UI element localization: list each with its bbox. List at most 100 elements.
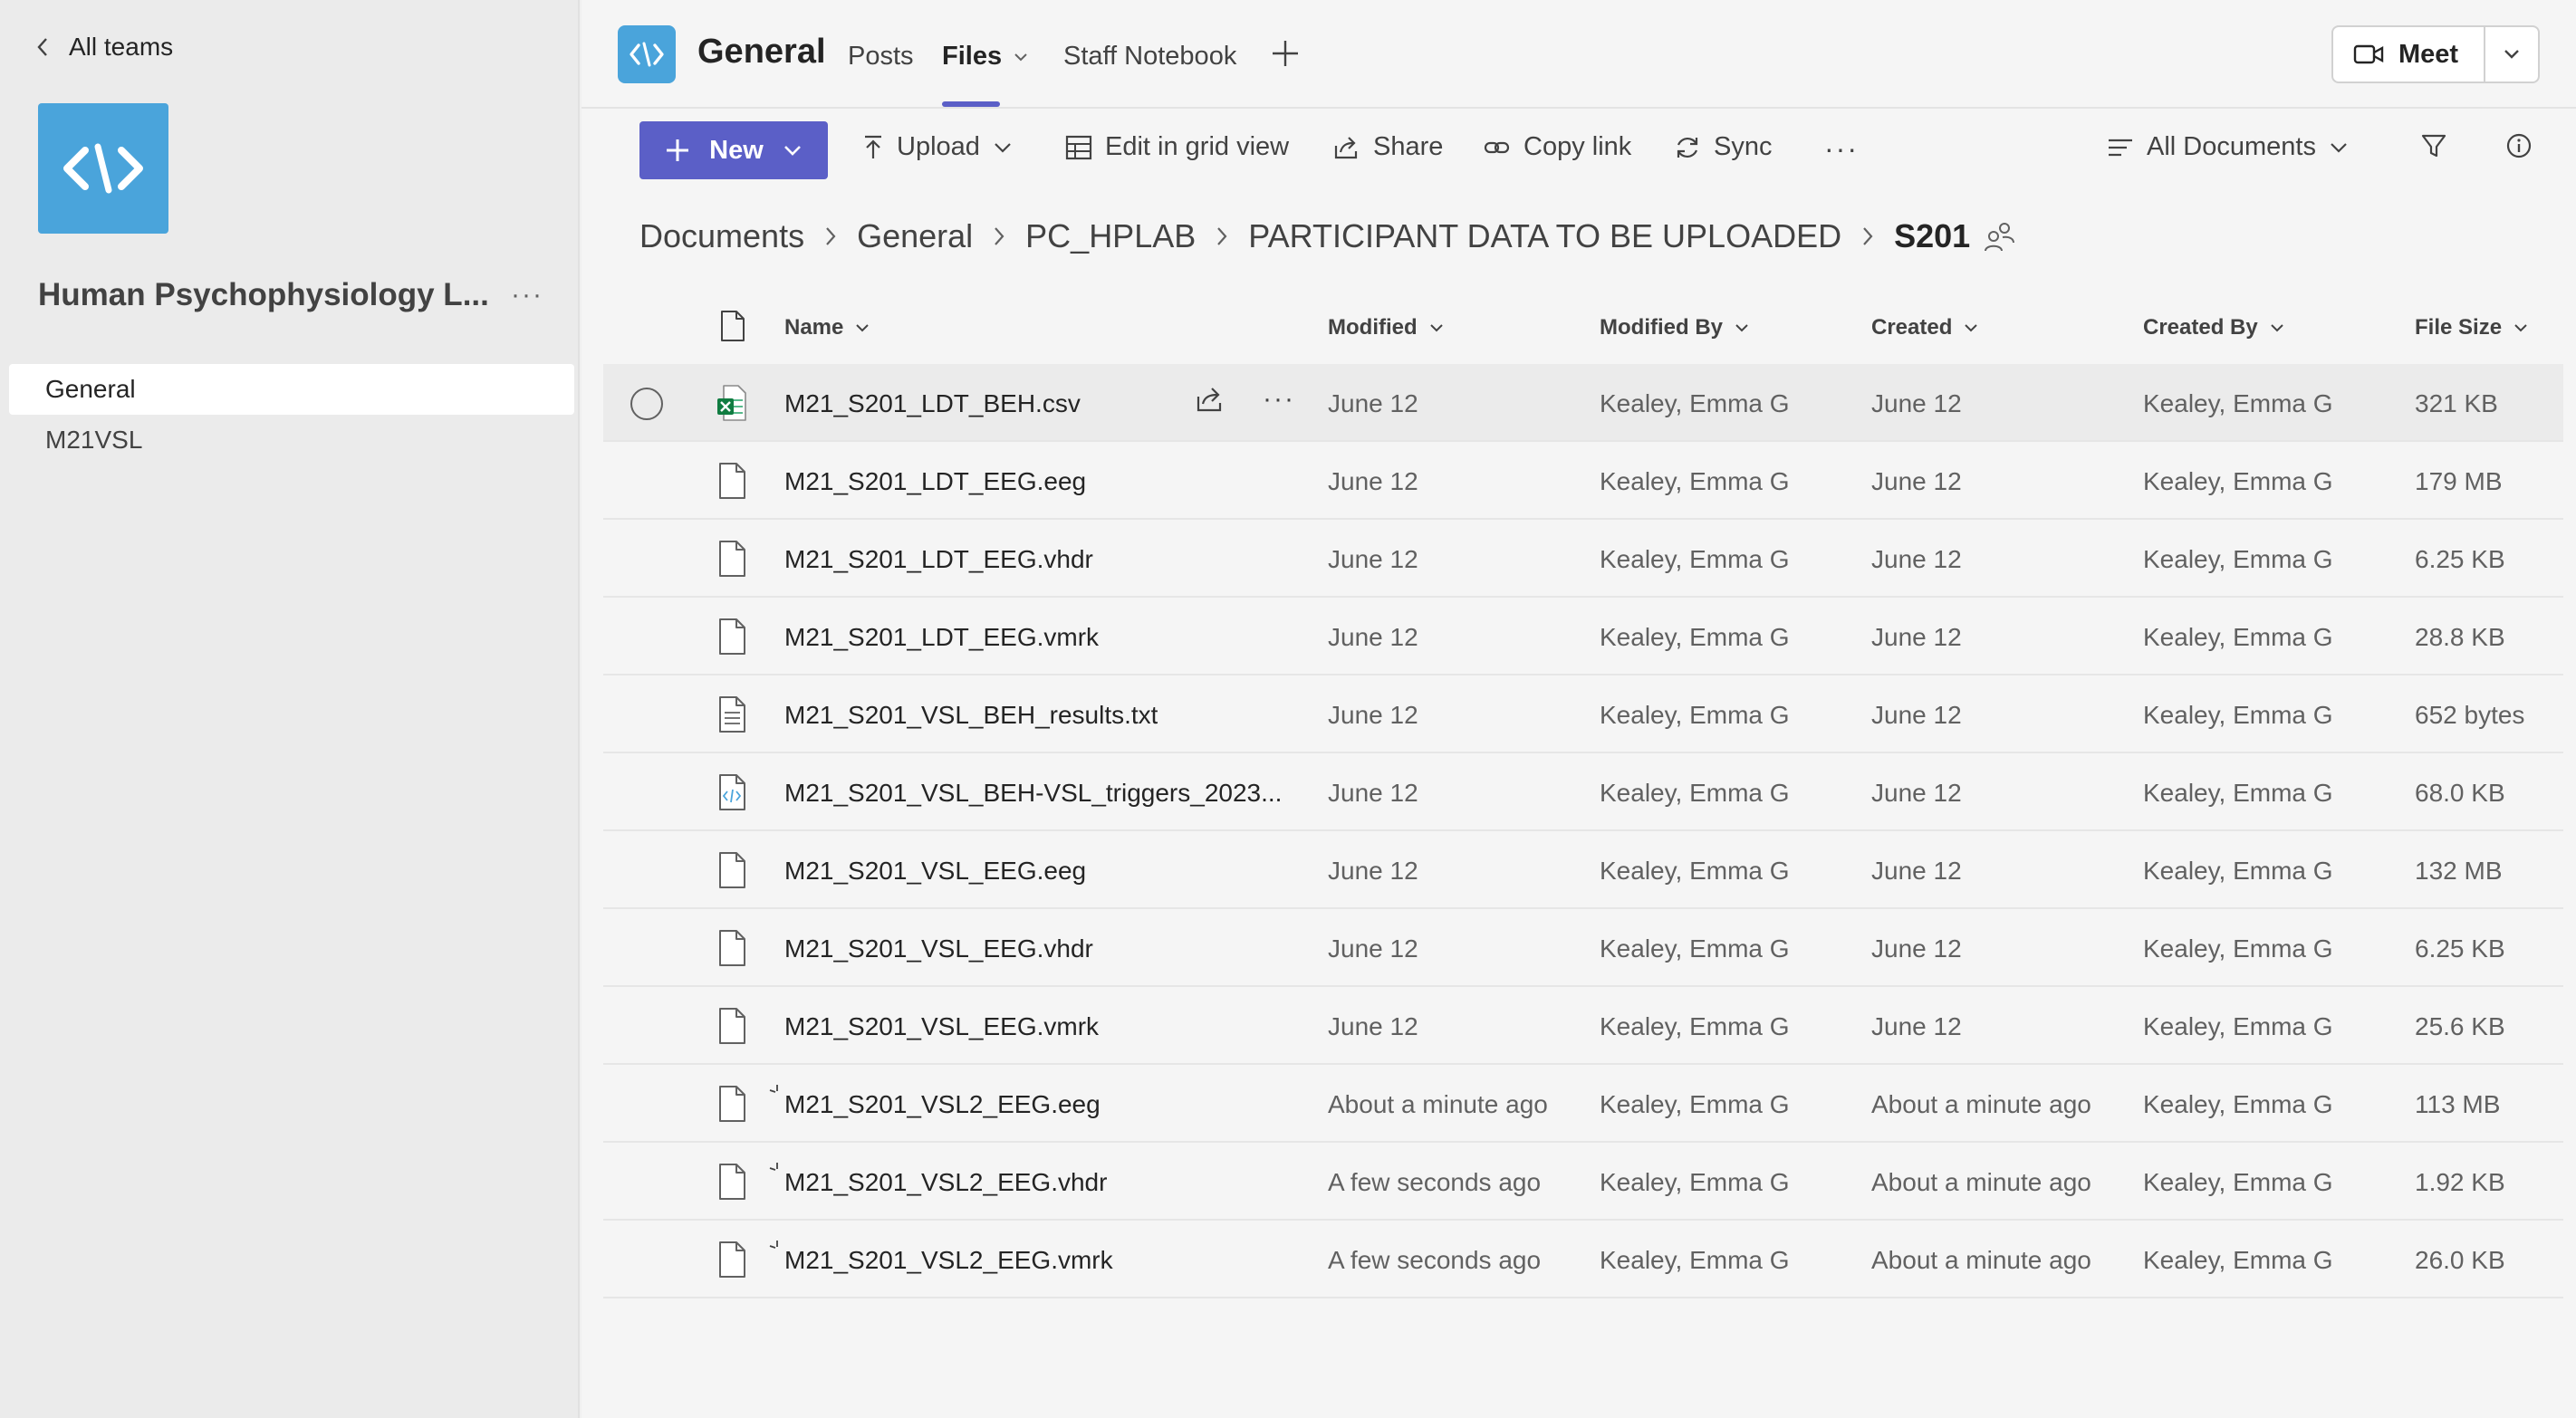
file-row[interactable]: M21_S201_VSL2_EEG.vhdr A few seconds ago K… [603,1143,2563,1221]
column-header-modified[interactable]: Modified [1328,315,1445,340]
channel-team-icon [618,25,676,83]
created-by[interactable]: Kealey, Emma G [2143,857,2333,886]
column-header-file-size[interactable]: File Size [2415,315,2529,340]
generic-file-icon [716,1241,748,1279]
file-name-link[interactable]: M21_S201_VSL2_EEG.vmrk [784,1246,1113,1275]
modified-by[interactable]: Kealey, Emma G [1600,857,1790,886]
sync-label: Sync [1714,132,1773,161]
view-selector[interactable]: All Documents [2107,132,2349,162]
meet-split-button: Meet [2331,25,2540,83]
more-commands-icon[interactable]: ··· [1824,132,1859,166]
file-row[interactable]: M21_S201_LDT_BEH.csv ··· June 12 Kealey, Em… [603,364,2563,442]
created-by[interactable]: Kealey, Emma G [2143,1012,2333,1041]
info-icon[interactable] [2505,132,2533,159]
meet-button[interactable]: Meet [2333,27,2485,81]
share-icon [1334,136,1358,158]
all-teams-back-link[interactable]: All teams [36,33,173,62]
file-row[interactable]: M21_S201_VSL2_EEG.eeg About a minute ago K… [603,1065,2563,1143]
column-header-modified-by[interactable]: Modified By [1600,315,1750,340]
file-size: 132 MB [2415,857,2503,885]
file-type-column-icon[interactable] [719,310,746,342]
file-name-link[interactable]: M21_S201_LDT_EEG.eeg [784,467,1086,496]
modified-by[interactable]: Kealey, Emma G [1600,1246,1790,1275]
tab-staff-notebook[interactable]: Staff Notebook [1063,42,1236,72]
file-row[interactable]: M21_S201_LDT_EEG.eeg June 12 Kealey, Emma … [603,442,2563,520]
edit-grid-view-button[interactable]: Edit in grid view [1065,132,1289,162]
edit-grid-view-label: Edit in grid view [1105,132,1290,161]
modified-by[interactable]: Kealey, Emma G [1600,467,1790,496]
chevron-down-icon [2514,324,2527,332]
created-by[interactable]: Kealey, Emma G [2143,623,2333,652]
shared-people-icon[interactable] [1983,220,2015,253]
file-name-link[interactable]: M21_S201_VSL2_EEG.vhdr [784,1168,1107,1197]
file-row[interactable]: M21_S201_VSL2_EEG.vmrk A few seconds ago K… [603,1221,2563,1298]
created-by[interactable]: Kealey, Emma G [2143,701,2333,730]
file-name-link[interactable]: M21_S201_VSL_BEH-VSL_triggers_2023... [784,779,1282,808]
channel-m21vsl[interactable]: M21VSL [9,415,574,465]
file-name-link[interactable]: M21_S201_LDT_BEH.csv [784,389,1081,418]
file-size: 179 MB [2415,467,2503,495]
file-name-link[interactable]: M21_S201_VSL_EEG.vhdr [784,934,1093,963]
created-date: About a minute ago [1871,1090,2091,1118]
modified-date: June 12 [1328,934,1418,963]
column-header-name[interactable]: Name [784,315,870,340]
meet-options-button[interactable] [2485,27,2538,81]
file-row[interactable]: M21_S201_VSL_EEG.vhdr June 12 Kealey, Emma… [603,909,2563,987]
modified-date: June 12 [1328,389,1418,417]
modified-by[interactable]: Kealey, Emma G [1600,389,1790,418]
file-name-link[interactable]: M21_S201_VSL2_EEG.eeg [784,1090,1101,1119]
share-button[interactable]: Share [1333,132,1443,162]
filter-icon[interactable] [2420,132,2447,159]
column-header-created-by[interactable]: Created By [2143,315,2285,340]
row-select-radio[interactable] [630,388,663,420]
add-tab-icon[interactable] [1270,38,1301,69]
row-more-options-icon[interactable]: ··· [1263,384,1295,415]
file-name-link[interactable]: M21_S201_VSL_EEG.eeg [784,857,1086,886]
breadcrumb-pc-hplab[interactable]: PC_HPLAB [1025,217,1196,255]
modified-by[interactable]: Kealey, Emma G [1600,701,1790,730]
created-by[interactable]: Kealey, Emma G [2143,1246,2333,1275]
file-row[interactable]: M21_S201_VSL_BEH-VSL_triggers_2023... Jun… [603,753,2563,831]
column-header-label: Modified By [1600,315,1723,340]
file-row[interactable]: M21_S201_LDT_EEG.vmrk June 12 Kealey, Emma… [603,598,2563,675]
copy-link-button[interactable]: Copy link [1484,132,1631,162]
created-by[interactable]: Kealey, Emma G [2143,467,2333,496]
team-more-options-icon[interactable]: ··· [511,280,543,311]
modified-by[interactable]: Kealey, Emma G [1600,779,1790,808]
file-row[interactable]: M21_S201_LDT_EEG.vhdr June 12 Kealey, Emma… [603,520,2563,598]
file-name-link[interactable]: M21_S201_VSL_EEG.vmrk [784,1012,1099,1041]
channel-label: M21VSL [45,426,143,454]
channel-general[interactable]: General [9,364,574,415]
sync-button[interactable]: Sync [1674,132,1772,162]
created-by[interactable]: Kealey, Emma G [2143,779,2333,808]
created-by[interactable]: Kealey, Emma G [2143,1090,2333,1119]
file-row[interactable]: M21_S201_VSL_EEG.vmrk June 12 Kealey, Emma… [603,987,2563,1065]
modified-by[interactable]: Kealey, Emma G [1600,623,1790,652]
breadcrumb-documents[interactable]: Documents [639,217,804,255]
breadcrumb-general[interactable]: General [857,217,973,255]
file-name-link[interactable]: M21_S201_LDT_EEG.vmrk [784,623,1099,652]
upload-button[interactable]: Upload [862,132,1013,162]
tab-files[interactable]: Files [942,42,1029,72]
modified-by[interactable]: Kealey, Emma G [1600,1012,1790,1041]
file-row[interactable]: M21_S201_VSL_BEH_results.txt June 12 Keale… [603,675,2563,753]
breadcrumb-participant-data[interactable]: PARTICIPANT DATA TO BE UPLOADED [1248,217,1841,255]
column-header-created[interactable]: Created [1871,315,1979,340]
created-by[interactable]: Kealey, Emma G [2143,545,2333,574]
created-by[interactable]: Kealey, Emma G [2143,934,2333,963]
file-name-link[interactable]: M21_S201_LDT_EEG.vhdr [784,545,1093,574]
active-tab-indicator [942,101,1000,107]
modified-by[interactable]: Kealey, Emma G [1600,1168,1790,1197]
column-header-label: Created By [2143,315,2258,340]
created-by[interactable]: Kealey, Emma G [2143,389,2333,418]
file-size: 6.25 KB [2415,934,2505,963]
file-row[interactable]: M21_S201_VSL_EEG.eeg June 12 Kealey, Emma … [603,831,2563,909]
file-name-link[interactable]: M21_S201_VSL_BEH_results.txt [784,701,1158,730]
modified-by[interactable]: Kealey, Emma G [1600,1090,1790,1119]
modified-by[interactable]: Kealey, Emma G [1600,545,1790,574]
modified-by[interactable]: Kealey, Emma G [1600,934,1790,963]
tab-posts[interactable]: Posts [848,42,914,72]
created-by[interactable]: Kealey, Emma G [2143,1168,2333,1197]
new-button[interactable]: New [639,121,828,179]
row-share-icon[interactable] [1196,386,1225,417]
